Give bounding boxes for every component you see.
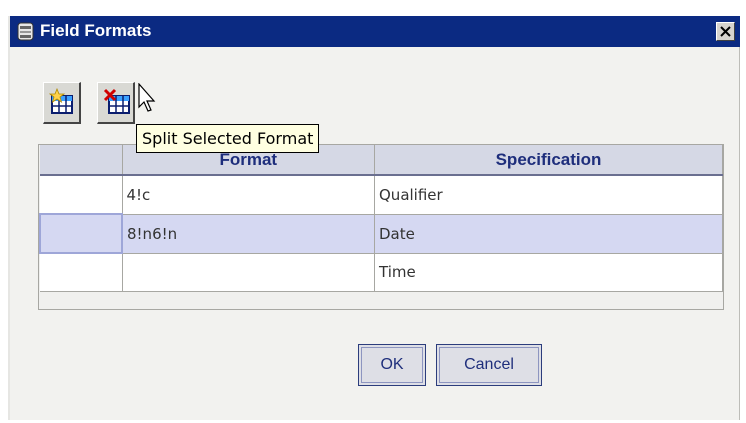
window-title: Field Formats — [40, 21, 152, 40]
app-icon — [17, 22, 34, 41]
row-header[interactable] — [39, 213, 123, 254]
table-row[interactable]: Time — [40, 253, 723, 292]
row-header[interactable] — [40, 253, 123, 292]
row-header-column — [40, 145, 123, 176]
cancel-button[interactable]: Cancel — [436, 344, 542, 386]
tooltip: Split Selected Format — [136, 124, 320, 153]
format-cell[interactable]: 8!n6!n — [122, 214, 375, 254]
table-row[interactable]: 4!c Qualifier — [40, 175, 723, 215]
specification-cell[interactable]: Time — [374, 253, 723, 292]
ok-button-focus-ring — [361, 347, 423, 383]
table-row[interactable]: 8!n6!n Date — [39, 213, 723, 254]
row-header[interactable] — [40, 175, 123, 215]
format-cell[interactable]: 4!c — [122, 175, 375, 215]
specification-cell[interactable]: Date — [374, 214, 723, 254]
format-cell[interactable] — [122, 253, 375, 292]
mouse-cursor-icon — [138, 83, 156, 112]
formats-table: Format Specification 4!c Qualifier 8!n6!… — [38, 144, 724, 310]
title-bar[interactable]: Field Formats — [10, 16, 740, 47]
specification-column-header[interactable]: Specification — [374, 145, 723, 176]
table-split-icon — [103, 88, 130, 114]
close-button[interactable] — [716, 22, 735, 41]
cancel-button-focus-ring — [439, 347, 539, 383]
ok-button[interactable]: OK — [358, 344, 426, 386]
add-format-button[interactable] — [43, 82, 81, 124]
close-icon — [720, 26, 731, 37]
split-format-button[interactable] — [97, 82, 135, 124]
specification-cell[interactable]: Qualifier — [374, 175, 723, 215]
table-add-icon — [49, 88, 73, 114]
